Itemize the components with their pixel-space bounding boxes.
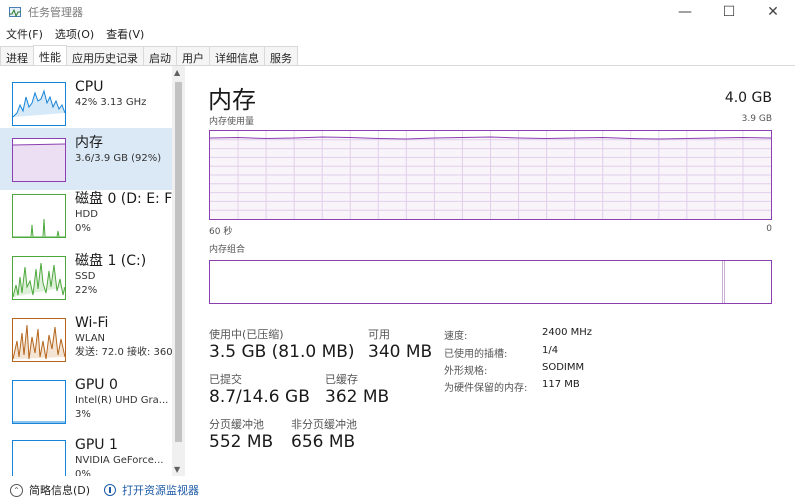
committed-label: 已提交 xyxy=(209,373,242,386)
sidebar-item-detail-2: 0% xyxy=(75,469,91,476)
tab-processes[interactable]: 进程 xyxy=(0,46,34,66)
in-use-label: 使用中(已压缩) xyxy=(209,328,284,341)
tab-users[interactable]: 用户 xyxy=(176,46,210,66)
cpu-graph-icon xyxy=(12,82,66,126)
tab-details[interactable]: 详细信息 xyxy=(209,46,265,66)
composition-divider xyxy=(724,261,725,303)
sidebar-item-title: 磁盘 1 (C:) xyxy=(75,253,147,269)
footer-bar: ⌃ 简略信息(D) 打开资源监视器 xyxy=(0,480,795,500)
tab-app-history[interactable]: 应用历史记录 xyxy=(66,46,144,66)
slots-label: 已使用的插槽: xyxy=(444,349,508,360)
fewer-details-button[interactable]: ⌃ 简略信息(D) xyxy=(10,482,90,498)
sidebar-item-disk1[interactable]: 磁盘 1 (C:) SSD 22% xyxy=(0,246,172,308)
collapse-icon: ⌃ xyxy=(10,483,23,497)
sidebar-item-detail: SSD xyxy=(75,271,96,282)
sidebar-item-title: GPU 0 xyxy=(75,377,118,393)
page-title: 内存 xyxy=(208,86,256,114)
tab-bar: 进程 性能 应用历史记录 启动 用户 详细信息 服务 xyxy=(0,45,298,66)
close-button[interactable]: ✕ xyxy=(751,0,795,24)
sidebar-item-detail: Intel(R) UHD Gra... xyxy=(75,395,169,406)
gpu1-graph-icon xyxy=(12,440,66,476)
sidebar-item-disk0[interactable]: 磁盘 0 (D: E: F:) HDD 0% xyxy=(0,184,175,246)
title-bar: 任务管理器 — ☐ ✕ xyxy=(0,0,795,24)
sidebar-item-detail: 42% 3.13 GHz xyxy=(75,97,147,108)
available-label: 可用 xyxy=(368,328,390,341)
resource-monitor-icon xyxy=(104,484,117,496)
usage-graph-label: 内存使用量 xyxy=(209,117,255,127)
memory-detail-panel: 内存 4.0 GB 内存使用量 3.9 GB 60 秒 0 内存组合 使用中(已… xyxy=(185,66,795,476)
sidebar-item-detail-2: 22% xyxy=(75,285,98,296)
maximize-button[interactable]: ☐ xyxy=(707,0,751,24)
paged-pool-label: 分页缓冲池 xyxy=(209,418,264,431)
tab-performance[interactable]: 性能 xyxy=(33,45,67,66)
sidebar-item-detail-2: 3% xyxy=(75,409,91,420)
tab-startup[interactable]: 启动 xyxy=(143,46,177,66)
sidebar-item-cpu[interactable]: CPU 42% 3.13 GHz xyxy=(0,72,172,134)
sidebar-item-title: Wi-Fi xyxy=(75,315,109,331)
sidebar-item-detail: WLAN xyxy=(75,333,106,344)
disk0-graph-icon xyxy=(12,194,66,238)
sidebar-item-title: 内存 xyxy=(75,135,103,151)
gpu0-graph-icon xyxy=(12,380,66,424)
usage-area xyxy=(210,137,771,219)
disk1-graph-icon xyxy=(12,256,66,300)
scroll-thumb[interactable] xyxy=(175,82,182,442)
in-use-value: 3.5 GB (81.0 MB) xyxy=(209,342,355,362)
menu-view[interactable]: 查看(V) xyxy=(100,26,150,42)
nonpaged-pool-label: 非分页缓冲池 xyxy=(291,418,357,431)
fewer-details-label: 简略信息(D) xyxy=(29,484,91,497)
nonpaged-pool-value: 656 MB xyxy=(291,432,356,452)
available-value: 340 MB xyxy=(368,342,433,362)
memory-usage-graph xyxy=(209,130,772,220)
hardware-reserved-value: 117 MB xyxy=(542,379,580,390)
memory-graph-icon xyxy=(12,138,66,182)
sidebar-item-detail-2: 发送: 72.0 接收: 360 xyxy=(75,347,173,358)
wifi-graph-icon xyxy=(12,318,66,362)
slots-value: 1/4 xyxy=(542,345,559,356)
axis-left-label: 60 秒 xyxy=(209,227,233,237)
cached-value: 362 MB xyxy=(325,387,390,407)
committed-value: 8.7/14.6 GB xyxy=(209,387,310,407)
sidebar-item-title: 磁盘 0 (D: E: F:) xyxy=(75,191,175,207)
speed-value: 2400 MHz xyxy=(542,327,593,338)
composition-label: 内存组合 xyxy=(209,245,246,255)
usage-graph-svg xyxy=(209,131,772,219)
sidebar-item-memory[interactable]: 内存 3.6/3.9 GB (92%) xyxy=(0,128,172,190)
minimize-button[interactable]: — xyxy=(663,0,707,24)
task-manager-window: 任务管理器 — ☐ ✕ 文件(F) 选项(O) 查看(V) 进程 性能 应用历史… xyxy=(0,0,795,500)
form-factor-value: SODIMM xyxy=(542,362,585,373)
sidebar-item-detail: 3.6/3.9 GB (92%) xyxy=(75,153,162,164)
sidebar-item-detail: NVIDIA GeForce... xyxy=(75,455,164,466)
paged-pool-value: 552 MB xyxy=(209,432,274,452)
scroll-down-icon[interactable]: ▼ xyxy=(174,465,180,474)
scroll-up-icon[interactable]: ▲ xyxy=(174,68,180,77)
menu-bar: 文件(F) 选项(O) 查看(V) xyxy=(0,24,150,44)
hardware-reserved-label: 为硬件保留的内存: xyxy=(444,383,528,394)
usage-graph-max: 3.9 GB xyxy=(741,114,772,124)
window-title: 任务管理器 xyxy=(28,6,83,19)
resource-monitor-label: 打开资源监视器 xyxy=(122,484,200,497)
sidebar-item-detail-2: 0% xyxy=(75,223,91,234)
sidebar-scrollbar[interactable]: ▲ ▼ xyxy=(172,66,185,476)
axis-right-label: 0 xyxy=(766,224,772,234)
menu-options[interactable]: 选项(O) xyxy=(49,26,100,42)
resource-sidebar: CPU 42% 3.13 GHz 内存 3.6/3.9 GB (92%) 磁盘 … xyxy=(0,66,185,476)
memory-composition-bar xyxy=(209,260,772,304)
open-resource-monitor-link[interactable]: 打开资源监视器 xyxy=(104,482,199,498)
sidebar-item-title: GPU 1 xyxy=(75,437,118,453)
speed-label: 速度: xyxy=(444,331,468,342)
sidebar-item-detail: HDD xyxy=(75,209,98,220)
menu-file[interactable]: 文件(F) xyxy=(0,26,49,42)
task-manager-icon xyxy=(8,5,22,19)
sidebar-item-title: CPU xyxy=(75,79,104,95)
cached-label: 已缓存 xyxy=(325,373,358,386)
form-factor-label: 外形规格: xyxy=(444,366,488,377)
composition-divider xyxy=(722,261,723,303)
total-memory: 4.0 GB xyxy=(724,90,772,106)
sidebar-item-gpu1[interactable]: GPU 1 NVIDIA GeForce... 0% xyxy=(0,430,172,476)
tab-services[interactable]: 服务 xyxy=(264,46,298,66)
sidebar-item-wifi[interactable]: Wi-Fi WLAN 发送: 72.0 接收: 360 xyxy=(0,308,173,370)
sidebar-item-gpu0[interactable]: GPU 0 Intel(R) UHD Gra... 3% xyxy=(0,370,172,432)
